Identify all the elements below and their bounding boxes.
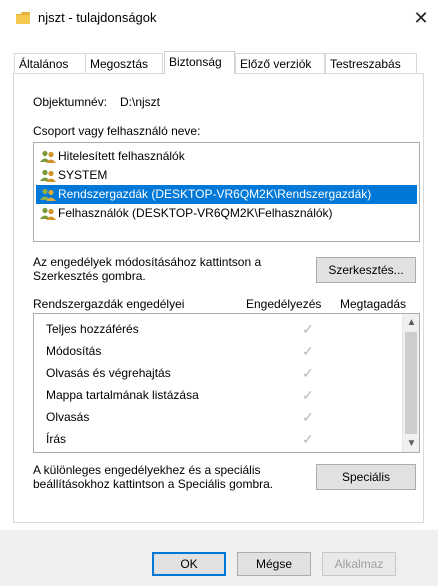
permissions-header: Rendszergazdák engedélyei — [33, 297, 185, 311]
tab-customize[interactable]: Testreszabás — [325, 53, 417, 73]
users-icon — [40, 207, 56, 220]
users-icon — [40, 150, 56, 163]
permission-name: Módosítás — [46, 344, 102, 358]
allow-check-icon: ✓ — [302, 387, 314, 403]
object-name-label: Objektumnév: — [33, 95, 108, 109]
permission-name: Olvasás — [46, 410, 90, 424]
allow-check-icon: ✓ — [302, 343, 314, 359]
tab-sharing[interactable]: Megosztás — [85, 53, 163, 73]
permission-row: Olvasás és végrehajtás ✓ — [46, 363, 406, 383]
permission-name: Olvasás és végrehajtás — [46, 366, 171, 380]
scrollbar-thumb[interactable] — [405, 332, 417, 434]
group-list-label: Csoport vagy felhasználó neve: — [33, 124, 201, 138]
allow-column-header: Engedélyezés — [246, 297, 322, 311]
window-title: njszt - tulajdonságok — [38, 10, 157, 25]
allow-check-icon: ✓ — [302, 365, 314, 381]
special-instructions-line2: beállításokhoz kattintson a Speciális go… — [33, 477, 274, 491]
list-item-selected[interactable]: Rendszergazdák (DESKTOP-VR6QM2K\Rendszer… — [36, 185, 417, 204]
allow-check-icon: ✓ — [302, 431, 314, 447]
permissions-scrollbar[interactable]: ▲ ▼ — [402, 314, 419, 452]
special-instructions-line1: A különleges engedélyekhez és a speciáli… — [33, 463, 261, 477]
permission-row: Írás ✓ — [46, 429, 406, 449]
users-icon — [40, 188, 56, 201]
permission-row: Mappa tartalmának listázása ✓ — [46, 385, 406, 405]
close-button[interactable]: ✕ — [408, 6, 434, 30]
edit-button[interactable]: Szerkesztés... — [316, 257, 416, 283]
apply-button[interactable]: Alkalmaz — [322, 552, 396, 576]
folder-icon — [16, 12, 30, 24]
allow-check-icon: ✓ — [302, 409, 314, 425]
list-item[interactable]: Hitelesített felhasználók — [36, 147, 417, 166]
scroll-down-icon[interactable]: ▼ — [403, 435, 419, 452]
ok-button[interactable]: OK — [152, 552, 226, 576]
scroll-up-icon[interactable]: ▲ — [403, 314, 419, 331]
users-icon — [40, 169, 56, 182]
cancel-button[interactable]: Mégse — [237, 552, 311, 576]
special-button[interactable]: Speciális — [316, 464, 416, 490]
deny-column-header: Megtagadás — [340, 297, 407, 311]
tab-general[interactable]: Általános — [14, 53, 86, 73]
permission-row: Teljes hozzáférés ✓ — [46, 319, 406, 339]
permission-name: Teljes hozzáférés — [46, 322, 139, 336]
list-item-label: SYSTEM — [58, 168, 108, 182]
edit-instructions-line1: Az engedélyek módosításához kattintson a — [33, 255, 262, 269]
permission-row: Módosítás ✓ — [46, 341, 406, 361]
title-bar: njszt - tulajdonságok ✕ — [0, 0, 438, 36]
edit-instructions-line2: Szerkesztés gombra. — [33, 269, 146, 283]
permissions-list[interactable]: Teljes hozzáférés ✓ Módosítás ✓ Olvasás … — [33, 313, 420, 453]
tab-previous-versions[interactable]: Előző verziók — [235, 53, 325, 73]
permission-row: Olvasás ✓ — [46, 407, 406, 427]
allow-check-icon: ✓ — [302, 321, 314, 337]
tab-security[interactable]: Biztonság — [164, 51, 235, 74]
object-name-value: D:\njszt — [120, 95, 161, 109]
list-item-label: Hitelesített felhasználók — [58, 149, 185, 163]
permission-name: Írás — [46, 432, 67, 446]
group-listbox[interactable]: Hitelesített felhasználók SYSTEM Rendsze… — [33, 142, 420, 242]
permission-name: Mappa tartalmának listázása — [46, 388, 199, 402]
list-item-label: Rendszergazdák (DESKTOP-VR6QM2K\Rendszer… — [58, 187, 372, 201]
list-item[interactable]: Felhasználók (DESKTOP-VR6QM2K\Felhasznál… — [36, 204, 417, 223]
list-item-label: Felhasználók (DESKTOP-VR6QM2K\Felhasznál… — [58, 206, 333, 220]
list-item[interactable]: SYSTEM — [36, 166, 417, 185]
